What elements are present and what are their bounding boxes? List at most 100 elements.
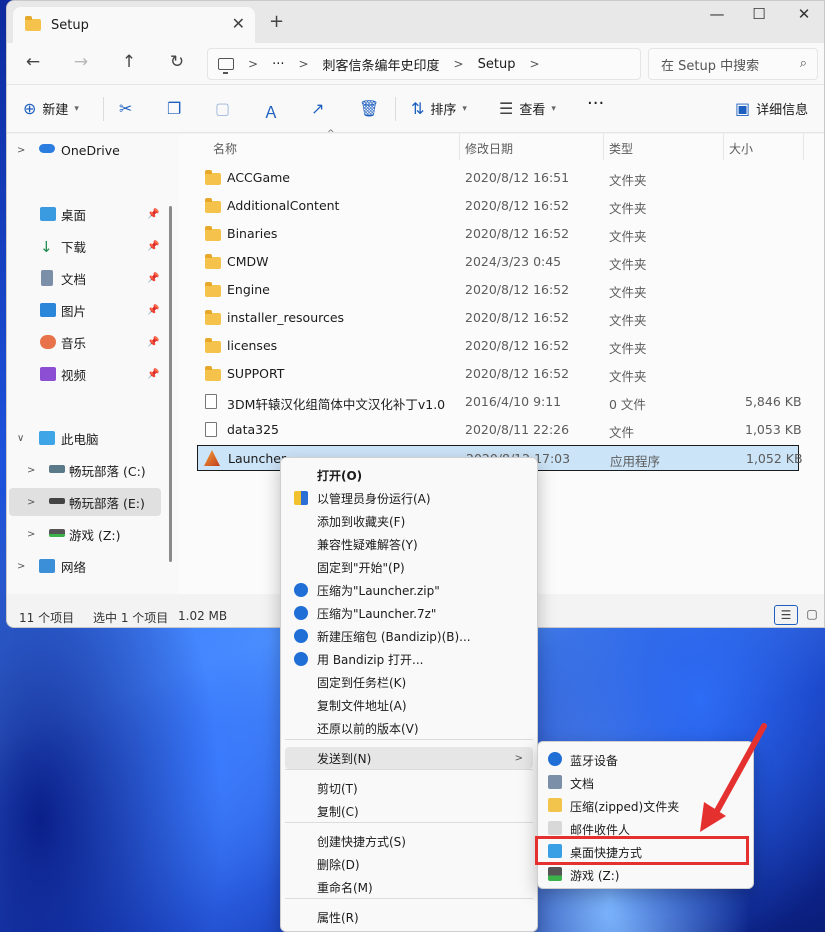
details-view-button[interactable]: ☰ xyxy=(774,605,798,625)
sidebar-item-onedrive[interactable]: > OneDrive xyxy=(7,136,167,164)
copy-button[interactable]: ❐ xyxy=(167,99,181,118)
column-header-name[interactable]: 名称 xyxy=(213,140,237,157)
file-type: 文件夹 xyxy=(609,173,647,188)
sidebar-label: 视频 xyxy=(61,367,87,383)
file-row[interactable]: 3DM轩辕汉化组简体中文汉化补丁v1.0 2016/4/10 9:11 0 文件 5,… xyxy=(197,389,802,415)
chevron-right-icon: > xyxy=(17,560,26,572)
minimize-button[interactable]: — xyxy=(702,5,732,23)
details-pane-button[interactable]: ▣ 详细信息 xyxy=(735,99,808,118)
file-row[interactable]: AdditionalContent 2020/8/12 16:52 文件夹 xyxy=(197,193,797,219)
menu-delete[interactable]: 删除(D) xyxy=(285,853,533,875)
column-divider[interactable] xyxy=(803,134,804,160)
sidebar-item-documents[interactable]: 文档 📌 xyxy=(7,264,167,292)
pin-icon[interactable]: 📌 xyxy=(147,305,159,316)
delete-button[interactable]: 🗑 xyxy=(359,99,379,118)
sidebar-item-drive-e[interactable]: > 畅玩部落 (E:) xyxy=(9,488,161,516)
forward-button[interactable]: → xyxy=(69,52,93,72)
refresh-button[interactable]: ↻ xyxy=(165,52,189,72)
sort-ascending-icon: ^ xyxy=(327,129,335,139)
menu-open[interactable]: 打开(O) xyxy=(285,464,533,486)
column-divider[interactable] xyxy=(459,134,460,160)
column-header-size[interactable]: 大小 xyxy=(729,140,753,157)
menu-rename[interactable]: 重命名(M) xyxy=(285,876,533,898)
pin-icon[interactable]: 📌 xyxy=(147,369,159,380)
menu-run-as-admin[interactable]: 以管理员身份运行(A) xyxy=(285,487,533,509)
close-button[interactable]: ✕ xyxy=(789,5,819,23)
menu-send-to[interactable]: 发送到(N) > xyxy=(285,747,533,769)
sidebar-item-videos[interactable]: 视频 📌 xyxy=(7,360,167,388)
sidebar-item-drive-z[interactable]: > 游戏 (Z:) xyxy=(7,520,167,548)
search-icon: ⌕ xyxy=(799,56,807,71)
back-button[interactable]: ← xyxy=(21,52,45,72)
file-row[interactable]: CMDW 2024/3/23 0:45 文件夹 xyxy=(197,249,797,275)
menu-restore-versions[interactable]: 还原以前的版本(V) xyxy=(285,717,533,739)
sidebar-item-this-pc[interactable]: ∨ 此电脑 xyxy=(7,424,167,452)
menu-pin-taskbar[interactable]: 固定到任务栏(K) xyxy=(285,671,533,693)
sidebar-item-drive-c[interactable]: > 畅玩部落 (C:) xyxy=(7,456,167,484)
menu-add-favorites[interactable]: 添加到收藏夹(F) xyxy=(285,510,533,532)
file-row[interactable]: licenses 2020/8/12 16:52 文件夹 xyxy=(197,333,797,359)
menu-copy[interactable]: 复制(C) xyxy=(285,800,533,822)
tab-setup[interactable]: Setup ✕ xyxy=(13,7,255,43)
scissors-icon: ✂ xyxy=(119,99,133,118)
file-type: 文件夹 xyxy=(609,257,647,272)
sidebar-item-music[interactable]: 音乐 📌 xyxy=(7,328,167,356)
pin-icon[interactable]: 📌 xyxy=(147,209,159,220)
pin-icon[interactable]: 📌 xyxy=(147,273,159,284)
breadcrumb-item-parent[interactable]: 刺客信条编年史印度 xyxy=(323,55,440,74)
pin-icon[interactable]: 📌 xyxy=(147,241,159,252)
share-button[interactable]: ↗ xyxy=(311,99,324,118)
mail-icon xyxy=(548,821,562,835)
sendto-drive-z[interactable]: 游戏 (Z:) xyxy=(542,863,749,885)
breadcrumb-ellipsis[interactable]: ··· xyxy=(272,57,284,72)
menu-copy-path[interactable]: 复制文件地址(A) xyxy=(285,694,533,716)
menu-properties[interactable]: 属性(R) xyxy=(285,906,533,928)
menu-compress-zip[interactable]: 压缩为"Launcher.zip" xyxy=(285,579,533,601)
menu-open-bandizip[interactable]: 用 Bandizip 打开... xyxy=(285,648,533,670)
file-row[interactable]: Engine 2020/8/12 16:52 文件夹 xyxy=(197,277,797,303)
column-header-modified[interactable]: 修改日期 xyxy=(465,140,513,157)
column-divider[interactable] xyxy=(723,134,724,160)
cloud-icon xyxy=(39,144,55,153)
maximize-button[interactable]: ☐ xyxy=(744,5,774,23)
column-divider[interactable] xyxy=(603,134,604,160)
menu-cut[interactable]: 剪切(T) xyxy=(285,777,533,799)
menu-compress-7z[interactable]: 压缩为"Launcher.7z" xyxy=(285,602,533,624)
more-options-button[interactable]: ··· xyxy=(587,93,604,114)
sidebar-scrollbar[interactable] xyxy=(169,206,172,562)
breadcrumb-item-current[interactable]: Setup xyxy=(478,57,516,72)
sidebar-item-pictures[interactable]: 图片 📌 xyxy=(7,296,167,324)
menu-pin-start[interactable]: 固定到"开始"(P) xyxy=(285,556,533,578)
file-row[interactable]: installer_resources 2020/8/12 16:52 文件夹 xyxy=(197,305,797,331)
cut-button[interactable]: ✂ xyxy=(119,99,132,118)
file-row[interactable]: SUPPORT 2020/8/12 16:52 文件夹 xyxy=(197,361,797,387)
sidebar-item-network[interactable]: > 网络 xyxy=(7,552,167,580)
sidebar-item-desktop[interactable]: 桌面 📌 xyxy=(7,200,167,228)
file-size: 1,052 KB xyxy=(746,451,803,466)
network-drive-icon xyxy=(548,867,562,881)
file-row[interactable]: Binaries 2020/8/12 16:52 文件夹 xyxy=(197,221,797,247)
pin-icon[interactable]: 📌 xyxy=(147,337,159,348)
column-header-type[interactable]: 类型 xyxy=(609,140,633,157)
menu-create-shortcut[interactable]: 创建快捷方式(S) xyxy=(285,830,533,852)
new-button[interactable]: ⊕ 新建 ▾ xyxy=(23,99,79,118)
details-label: 详细信息 xyxy=(756,103,809,118)
view-lines-icon: ☰ xyxy=(499,99,514,118)
breadcrumb[interactable]: > ··· > 刺客信条编年史印度 > Setup > xyxy=(207,48,641,80)
paste-button[interactable]: ▢ xyxy=(215,99,230,118)
menu-compat-troubleshoot[interactable]: 兼容性疑难解答(Y) xyxy=(285,533,533,555)
view-button[interactable]: ☰ 查看 ▾ xyxy=(499,99,556,118)
tiles-view-button[interactable]: ▢ xyxy=(800,605,824,625)
menu-separator xyxy=(285,769,533,770)
file-row[interactable]: ACCGame 2020/8/12 16:51 文件夹 xyxy=(197,165,797,191)
search-input[interactable]: 在 Setup 中搜索 ⌕ xyxy=(648,48,818,80)
rename-button[interactable]: Ａ xyxy=(263,99,279,123)
tab-close-icon[interactable]: ✕ xyxy=(232,14,245,33)
sort-button[interactable]: ⇅ 排序 ▾ xyxy=(411,99,467,118)
file-size: 5,846 KB xyxy=(745,394,802,409)
file-row[interactable]: data325 2020/8/11 22:26 文件 1,053 KB xyxy=(197,417,802,443)
sidebar-item-downloads[interactable]: ↓ 下载 📌 xyxy=(7,232,167,260)
menu-new-archive[interactable]: 新建压缩包 (Bandizip)(B)... xyxy=(285,625,533,647)
new-tab-button[interactable]: + xyxy=(269,11,284,32)
up-button[interactable]: ↑ xyxy=(117,52,141,72)
